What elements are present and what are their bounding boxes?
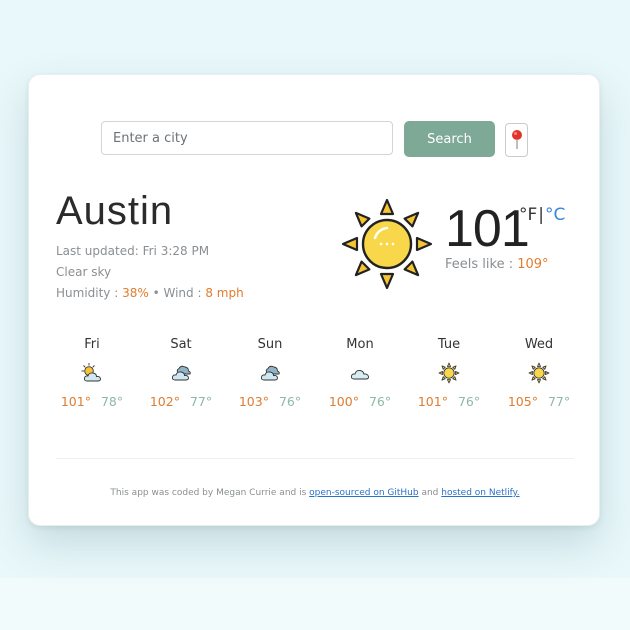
forecast-low: 78° [100, 394, 124, 409]
forecast-high: 102° [149, 394, 180, 409]
sun-icon [528, 362, 550, 384]
last-updated-label: Last updated: [56, 244, 143, 258]
forecast-day-name: Sat [170, 337, 192, 352]
footer-text: This app was coded by Megan Currie and i… [110, 488, 310, 498]
current-location-button[interactable] [505, 123, 528, 157]
forecast-row: Fri 101° 78° Sat 102° 77° Sun 103° 76° M… [47, 337, 583, 417]
celsius-toggle[interactable]: °C [545, 205, 565, 225]
current-temperature: 101 [445, 200, 530, 258]
footer: This app was coded by Megan Currie and i… [29, 488, 601, 498]
search-form: Search [101, 121, 531, 157]
humidity-label: Humidity : [56, 286, 123, 300]
humidity-value: 38% [122, 286, 149, 300]
forecast-temps: 101° 78° [47, 394, 137, 409]
forecast-day: Wed 105° 77° [494, 337, 584, 409]
cloudy-icon [260, 365, 280, 381]
forecast-day-name: Fri [84, 337, 100, 352]
forecast-high: 101° [60, 394, 91, 409]
partly-cloudy-icon [81, 363, 101, 382]
forecast-high: 105° [507, 394, 538, 409]
feels-like-value: 109° [517, 257, 549, 272]
forecast-low: 77° [547, 394, 571, 409]
weather-card: Search Austin Last updated: Fri 3:28 PM … [28, 74, 600, 526]
last-updated-value: Fri 3:28 PM [142, 244, 210, 258]
cloudy-icon [171, 365, 191, 381]
forecast-low: 76° [368, 394, 392, 409]
forecast-day: Fri 101° 78° [47, 337, 137, 409]
forecast-day-name: Mon [346, 337, 374, 352]
netlify-link[interactable]: hosted on Netlify. [441, 488, 519, 498]
city-search-input[interactable] [101, 121, 393, 155]
unit-toggle: °F|°C [519, 205, 565, 225]
forecast-day-name: Tue [437, 337, 461, 352]
meta-separator: • [148, 286, 164, 300]
forecast-day: Tue 101° 76° [404, 337, 494, 409]
humidity-wind: Humidity : 38% • Wind : 8 mph [56, 286, 244, 300]
footer-divider [56, 458, 574, 459]
forecast-low: 76° [457, 394, 481, 409]
forecast-day: Sun 103° 76° [225, 337, 315, 409]
forecast-day: Mon 100° 76° [315, 337, 405, 409]
cloud-icon [350, 369, 369, 380]
forecast-day-name: Sun [257, 337, 283, 352]
sun-icon [341, 198, 433, 290]
sun-icon [438, 362, 460, 384]
last-updated: Last updated: Fri 3:28 PM [56, 244, 209, 258]
forecast-high: 100° [328, 394, 359, 409]
wind-label: Wind : [163, 286, 206, 300]
forecast-temps: 102° 77° [136, 394, 226, 409]
forecast-low: 76° [278, 394, 302, 409]
forecast-high: 103° [238, 394, 269, 409]
forecast-temps: 105° 77° [494, 394, 584, 409]
feels-like: Feels like : 109° [445, 257, 549, 272]
forecast-day-name: Wed [524, 337, 554, 352]
wind-value: 8 mph [205, 286, 244, 300]
city-name: Austin [56, 189, 174, 233]
unit-separator: | [538, 205, 545, 225]
map-pin-icon [511, 130, 522, 149]
forecast-temps: 103° 76° [225, 394, 315, 409]
fahrenheit-toggle[interactable]: °F [519, 205, 537, 225]
forecast-temps: 101° 76° [404, 394, 494, 409]
forecast-low: 77° [189, 394, 213, 409]
forecast-day: Sat 102° 77° [136, 337, 226, 409]
forecast-temps: 100° 76° [315, 394, 405, 409]
feels-like-label: Feels like : [445, 257, 518, 272]
search-button[interactable]: Search [404, 121, 495, 157]
github-link[interactable]: open-sourced on GitHub [309, 488, 418, 498]
footer-middle-text: and [418, 488, 442, 498]
forecast-high: 101° [417, 394, 448, 409]
weather-description: Clear sky [56, 265, 112, 279]
